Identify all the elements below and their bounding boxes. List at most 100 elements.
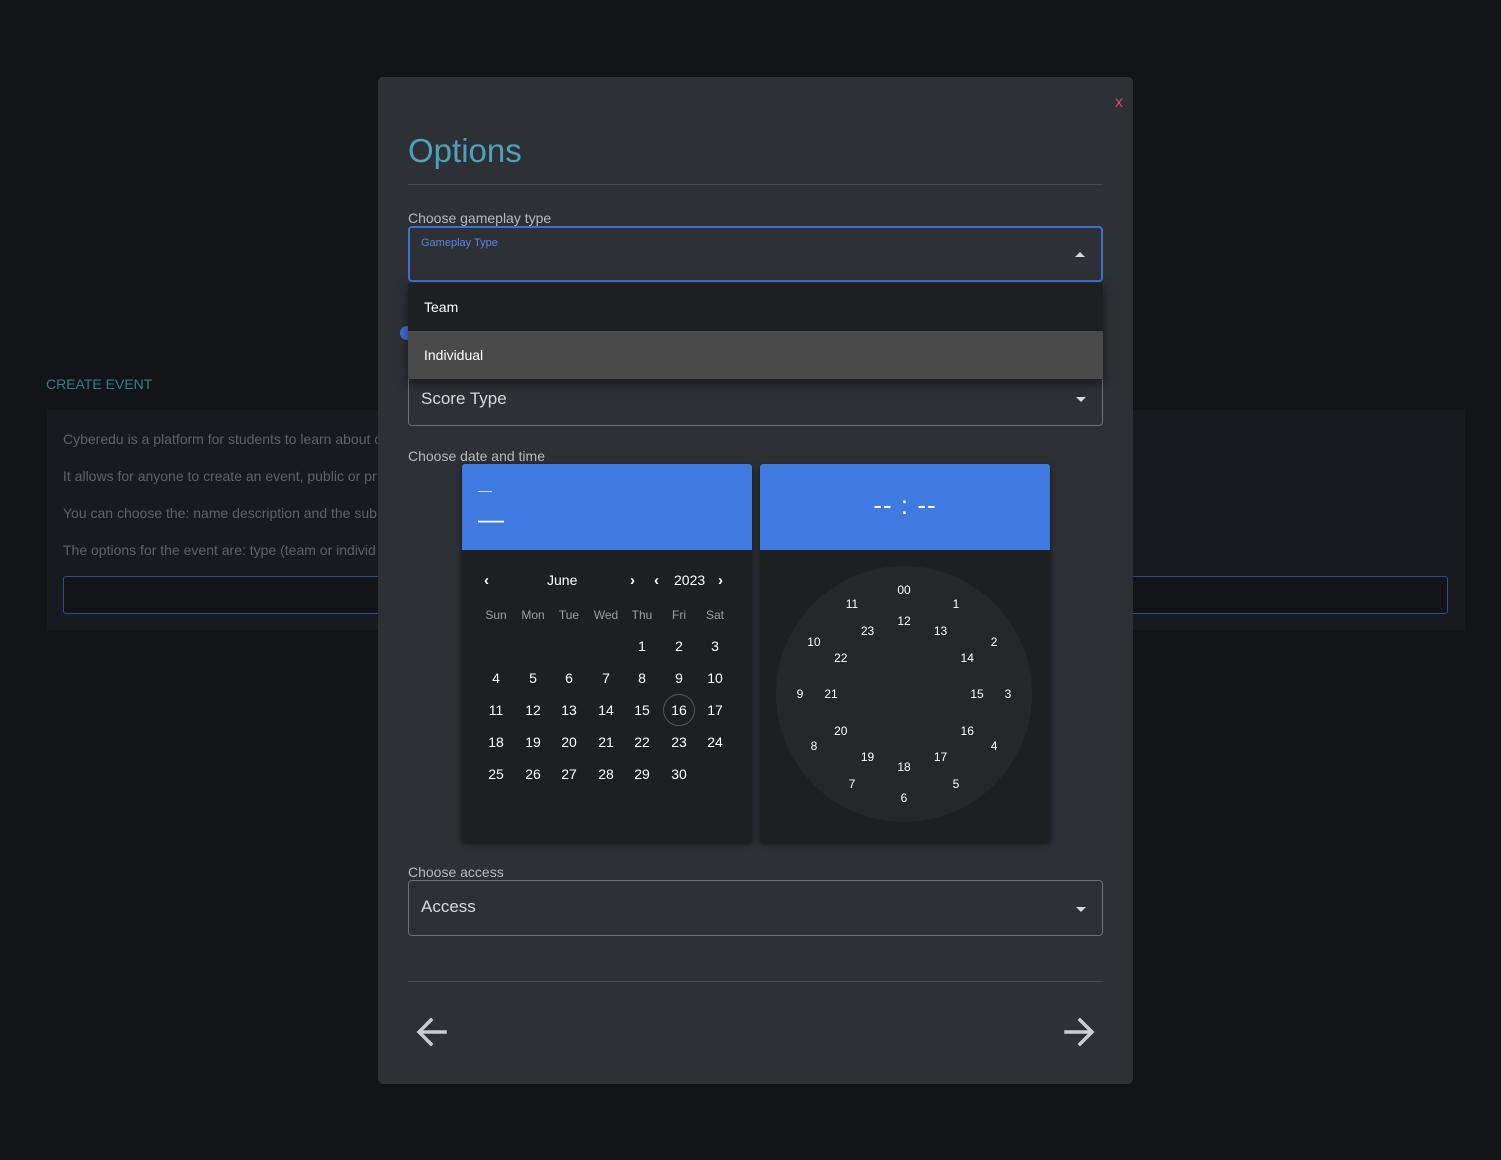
calendar-day[interactable]: 6 — [553, 662, 585, 694]
next-arrow-icon[interactable] — [1058, 1012, 1098, 1052]
description-line: It allows for anyone to create an event,… — [63, 468, 377, 484]
calendar-day[interactable]: 1 — [626, 630, 658, 662]
clock-hour[interactable]: 17 — [929, 749, 953, 765]
calendar-day[interactable]: 2 — [663, 630, 695, 662]
caret-up-icon — [1075, 252, 1085, 257]
weekday-label: Mon — [521, 608, 545, 622]
calendar-day[interactable]: 22 — [626, 726, 658, 758]
gameplay-label: Choose gameplay type — [408, 210, 552, 226]
calendar-day[interactable]: 20 — [553, 726, 585, 758]
next-year-icon[interactable]: › — [718, 572, 723, 589]
options-modal: x Options Choose gameplay type Gameplay … — [378, 77, 1133, 1084]
weekday-label: Tue — [558, 608, 580, 622]
dropdown-option-team[interactable]: Team — [408, 283, 1103, 331]
description-line: You can choose the: name description and… — [63, 505, 377, 521]
weekday-label: Thu — [631, 608, 653, 622]
calendar-day[interactable]: 5 — [517, 662, 549, 694]
clock-hour[interactable]: 12 — [892, 613, 916, 629]
access-label: Choose access — [408, 864, 504, 880]
weekday-label: Fri — [672, 608, 686, 622]
clock-hour[interactable]: 4 — [982, 738, 1006, 754]
clock-hour[interactable]: 6 — [892, 790, 916, 806]
clock-face[interactable]: 00 1 2 3 4 5 6 7 8 9 10 11 12 13 14 15 16 17 18 19 20 21 22 23 — [776, 566, 1032, 822]
year-label[interactable]: 2023 — [674, 572, 705, 588]
calendar-day[interactable]: 7 — [590, 662, 622, 694]
calendar-day[interactable]: 14 — [590, 694, 622, 726]
clock-hour[interactable]: 9 — [788, 686, 812, 702]
calendar-day[interactable]: 8 — [626, 662, 658, 694]
calendar-day[interactable]: 10 — [699, 662, 731, 694]
clock-hour[interactable]: 22 — [829, 650, 853, 666]
calendar-day[interactable]: 17 — [699, 694, 731, 726]
clock-hour[interactable]: 21 — [819, 686, 843, 702]
score-type-placeholder: Score Type — [421, 389, 507, 408]
calendar-day[interactable]: 4 — [480, 662, 512, 694]
clock-hour[interactable]: 19 — [856, 749, 880, 765]
dropdown-option-individual[interactable]: Individual — [408, 331, 1103, 379]
divider — [408, 981, 1103, 982]
clock-hour[interactable]: 2 — [982, 634, 1006, 650]
clock-hour[interactable]: 15 — [965, 686, 989, 702]
gameplay-dropdown-menu: Team Individual — [408, 283, 1103, 379]
calendar-day[interactable]: 25 — [480, 758, 512, 790]
calendar-day[interactable]: 28 — [590, 758, 622, 790]
clock-hour[interactable]: 18 — [892, 759, 916, 775]
calendar-day[interactable]: 27 — [553, 758, 585, 790]
calendar-day[interactable]: 23 — [663, 726, 695, 758]
calendar-day[interactable]: 24 — [699, 726, 731, 758]
clock-hour[interactable]: 14 — [955, 650, 979, 666]
clock-hour[interactable]: 8 — [802, 738, 826, 754]
clock-hour[interactable]: 7 — [840, 776, 864, 792]
month-label[interactable]: June — [547, 572, 577, 588]
prev-year-icon[interactable]: ‹ — [654, 572, 659, 589]
modal-title: Options — [408, 132, 522, 169]
description-line: Cyberedu is a platform for students to l… — [63, 431, 382, 447]
calendar-day[interactable]: 11 — [480, 694, 512, 726]
time-picker-header: -- : -- — [760, 464, 1050, 550]
caret-down-icon — [1076, 397, 1086, 402]
selected-time[interactable]: -- : -- — [760, 490, 1050, 521]
clock-hour[interactable]: 20 — [829, 723, 853, 739]
caret-down-icon — [1076, 907, 1086, 912]
clock-hour[interactable]: 1 — [944, 596, 968, 612]
clock-hour[interactable]: 11 — [840, 596, 864, 612]
calendar-day[interactable]: 30 — [663, 758, 695, 790]
clock-hour[interactable]: 5 — [944, 776, 968, 792]
calendar-day[interactable]: 9 — [663, 662, 695, 694]
selected-date[interactable]: — — [478, 504, 504, 535]
calendar-day[interactable]: 16 — [663, 694, 695, 726]
date-picker-header: — — — [462, 464, 752, 550]
calendar-day[interactable]: 29 — [626, 758, 658, 790]
weekday-label: Wed — [593, 608, 619, 622]
weekday-label: Sun — [485, 608, 507, 622]
clock-hour[interactable]: 16 — [955, 723, 979, 739]
calendar-day[interactable]: 26 — [517, 758, 549, 790]
datetime-label: Choose date and time — [408, 448, 545, 464]
prev-month-icon[interactable]: ‹ — [484, 572, 489, 589]
clock-hour[interactable]: 00 — [892, 582, 916, 598]
weekday-label: Sat — [705, 608, 724, 622]
access-placeholder: Access — [421, 897, 476, 916]
calendar-day[interactable]: 21 — [590, 726, 622, 758]
selected-year[interactable]: — — [478, 482, 492, 498]
calendar-day[interactable]: 12 — [517, 694, 549, 726]
close-button[interactable]: x — [1115, 94, 1123, 112]
calendar-day[interactable]: 18 — [480, 726, 512, 758]
back-arrow-icon[interactable] — [413, 1012, 453, 1052]
description-line: The options for the event are: type (tea… — [63, 542, 376, 558]
date-picker: — — ‹ June › ‹ 2023 › Sun Mon Tue Wed Thu Fri… — [462, 464, 752, 842]
gameplay-type-select[interactable]: Gameplay Type — [408, 226, 1103, 282]
clock-hour[interactable]: 23 — [856, 623, 880, 639]
gameplay-float-label: Gameplay Type — [421, 237, 498, 249]
next-month-icon[interactable]: › — [630, 572, 635, 589]
calendar-day[interactable]: 15 — [626, 694, 658, 726]
access-select[interactable]: Access — [408, 880, 1103, 936]
calendar-day[interactable]: 3 — [699, 630, 731, 662]
create-event-heading: CREATE EVENT — [46, 376, 153, 392]
clock-hour[interactable]: 13 — [929, 623, 953, 639]
clock-hour[interactable]: 3 — [996, 686, 1020, 702]
calendar-day[interactable]: 13 — [553, 694, 585, 726]
clock-hour[interactable]: 10 — [802, 634, 826, 650]
calendar-day[interactable]: 19 — [517, 726, 549, 758]
time-picker: -- : -- 00 1 2 3 4 5 6 7 8 9 10 11 12 13 14 15 16 17 18 19 2… — [760, 464, 1050, 842]
